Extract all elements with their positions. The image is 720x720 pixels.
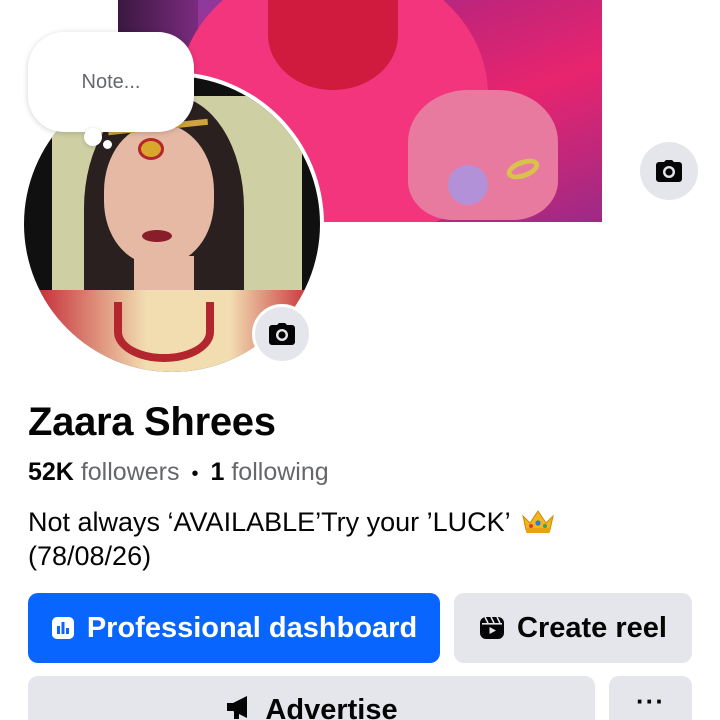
- more-options-label: ···: [636, 686, 665, 716]
- follow-stats: 52K followers • 1 following: [28, 458, 329, 487]
- followers-count: 52K: [28, 458, 74, 486]
- avatar-detail: [142, 230, 172, 242]
- camera-icon: [269, 323, 295, 345]
- following-link[interactable]: 1 following: [211, 458, 329, 486]
- advertise-button[interactable]: Advertise: [28, 676, 595, 720]
- professional-dashboard-button[interactable]: Professional dashboard: [28, 593, 440, 663]
- more-options-button[interactable]: ···: [609, 676, 692, 720]
- bar-chart-icon: [51, 616, 75, 640]
- edit-cover-photo-button[interactable]: [640, 142, 698, 200]
- cover-photo-detail: [448, 165, 488, 205]
- professional-dashboard-label: Professional dashboard: [86, 611, 418, 644]
- camera-icon: [656, 160, 682, 182]
- avatar-detail: [114, 302, 214, 362]
- followers-label: followers: [80, 458, 180, 486]
- megaphone-icon: [225, 694, 253, 720]
- create-reel-label: Create reel: [517, 611, 667, 644]
- profile-bio: Not always ‘AVAILABLE’Try your ’LUCK’ (7…: [28, 505, 628, 573]
- note-bubble[interactable]: Note...: [28, 32, 194, 132]
- cover-photo-detail: [408, 90, 558, 220]
- create-reel-button[interactable]: Create reel: [454, 593, 692, 663]
- bio-line-1: Not always ‘AVAILABLE’Try your ’LUCK’: [28, 507, 510, 537]
- following-label: following: [231, 458, 329, 486]
- note-placeholder: Note...: [81, 70, 141, 93]
- note-bubble-tail: [103, 140, 112, 149]
- profile-name: Zaara Shrees: [28, 400, 276, 444]
- advertise-label: Advertise: [265, 694, 398, 720]
- reel-icon: [479, 615, 505, 641]
- following-count: 1: [210, 458, 225, 486]
- note-bubble-tail: [84, 128, 102, 146]
- stats-separator: •: [191, 463, 199, 485]
- edit-profile-picture-button[interactable]: [252, 304, 312, 364]
- followers-link[interactable]: 52K followers: [28, 458, 179, 486]
- bio-line-2: (78/08/26): [28, 541, 152, 571]
- avatar-detail: [138, 138, 164, 160]
- crown-emoji-icon: [522, 510, 555, 533]
